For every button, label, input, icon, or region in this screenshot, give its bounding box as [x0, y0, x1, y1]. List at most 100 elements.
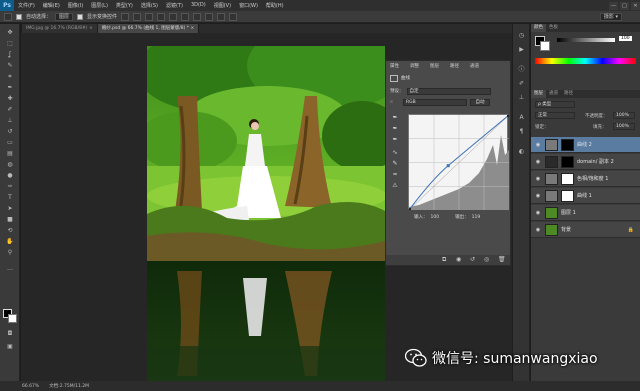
auto-select-checkbox[interactable] — [16, 13, 22, 20]
gradient-tool-icon[interactable]: ▤ — [5, 149, 15, 158]
eraser-tool-icon[interactable]: ▭ — [5, 138, 15, 147]
menu-item[interactable]: 窗口(W) — [235, 2, 262, 9]
menu-item[interactable]: 图像(I) — [64, 2, 87, 9]
menu-item[interactable]: 编辑(E) — [39, 2, 64, 9]
tab-color[interactable]: 颜色 — [531, 24, 546, 32]
curve-control-point[interactable] — [446, 164, 450, 168]
sample-white-eyedropper-icon[interactable]: ✒ — [391, 136, 399, 144]
visibility-icon[interactable]: ◎ — [484, 256, 489, 263]
distribute-2-icon[interactable] — [205, 12, 214, 21]
brush-panel-icon[interactable]: ✐ — [517, 80, 526, 88]
channel-dropdown[interactable]: RGB — [403, 98, 467, 106]
clone-source-icon[interactable]: ⊥ — [517, 94, 526, 102]
dodge-tool-icon[interactable]: ● — [5, 171, 15, 180]
type-tool-icon[interactable]: T — [5, 193, 15, 202]
input-value[interactable]: 100 — [431, 215, 440, 220]
auto-button[interactable]: 自动 — [470, 98, 490, 106]
eyedropper-tool-icon[interactable]: ✒ — [5, 83, 15, 92]
color-bg-swatch[interactable] — [540, 41, 550, 51]
show-transform-checkbox[interactable] — [77, 13, 84, 20]
document-tab-active[interactable]: 婚纱.psd @ 66.7% (曲线 1, 图层蒙版/8) * × — [97, 24, 200, 33]
3d-mode-icon[interactable] — [217, 12, 226, 21]
menu-item[interactable]: 类型(Y) — [112, 2, 137, 9]
sample-gray-eyedropper-icon[interactable]: ✒ — [391, 125, 399, 133]
layer-name[interactable]: domain/ 副本 2 — [577, 158, 614, 165]
align-right-icon[interactable] — [181, 12, 190, 21]
gray-slider[interactable] — [557, 38, 615, 42]
history-panel-icon[interactable]: ◷ — [517, 32, 526, 40]
tab-adjustments[interactable]: 调整 — [408, 63, 421, 70]
zoom-level[interactable]: 66.67% — [22, 384, 39, 389]
screen-mode-icon[interactable]: ▣ — [5, 342, 15, 351]
move-tool-icon[interactable]: ✥ — [5, 28, 15, 37]
more-tools-icon[interactable]: … — [5, 264, 15, 273]
visibility-eye-icon[interactable]: ◉ — [534, 192, 542, 200]
view-previous-icon[interactable]: ◉ — [456, 256, 461, 263]
visibility-eye-icon[interactable]: ◉ — [534, 158, 542, 166]
mask-thumb[interactable] — [561, 172, 574, 185]
tab-channels-mini[interactable]: 通道 — [468, 63, 481, 70]
character-panel-icon[interactable]: A — [517, 114, 526, 122]
menu-item[interactable]: 滤镜(T) — [162, 2, 187, 9]
actions-panel-icon[interactable]: ▶ — [517, 46, 526, 54]
auto-select-dropdown[interactable]: 图层 — [55, 12, 74, 21]
layer-name[interactable]: 色相/饱和度 1 — [577, 175, 608, 182]
clip-to-layer-icon[interactable]: ⧉ — [442, 256, 446, 264]
smooth-icon[interactable]: ≈ — [391, 171, 399, 179]
hand-tool-icon[interactable]: ✋ — [5, 237, 15, 246]
align-bottom-icon[interactable] — [145, 12, 154, 21]
layer-name[interactable]: 曲线 1 — [577, 192, 592, 199]
align-left-icon[interactable] — [157, 12, 166, 21]
sample-black-eyedropper-icon[interactable]: ✒ — [391, 114, 399, 122]
layer-row[interactable]: ◉ 背景 🔒 — [531, 222, 640, 238]
adjustments-icon[interactable]: ◐ — [517, 148, 526, 156]
layer-filter-dropdown[interactable]: ρ 类型 — [535, 101, 575, 108]
tab-swatches[interactable]: 色板 — [546, 24, 561, 32]
layer-row[interactable]: ◉ domain/ 副本 2 — [531, 154, 640, 170]
align-middle-icon[interactable] — [133, 12, 142, 21]
layer-row[interactable]: ◉ 色相/饱和度 1 — [531, 171, 640, 187]
document-tab[interactable]: IMG.jpg @ 16.7% (RGB/8#) × — [22, 24, 98, 33]
hand-adjust-icon[interactable]: ☝ — [390, 100, 400, 105]
wedding-photo[interactable] — [147, 46, 385, 391]
tab-paths[interactable]: 路径 — [561, 90, 576, 98]
layer-row[interactable]: ◉ 图层 1 — [531, 205, 640, 221]
zoom-tool-icon[interactable]: ⚲ — [5, 248, 15, 257]
tab-layers-mini[interactable]: 图层 — [428, 63, 441, 70]
layer-name[interactable]: 图层 1 — [561, 209, 576, 216]
tab-channels[interactable]: 通道 — [546, 90, 561, 98]
layer-name[interactable]: 曲线 2 — [577, 141, 592, 148]
tab-paths-mini[interactable]: 路径 — [448, 63, 461, 70]
maximize-button[interactable]: □ — [620, 1, 629, 10]
delete-icon[interactable]: 🗑 — [498, 256, 506, 263]
distribute-icon[interactable] — [193, 12, 202, 21]
path-select-tool-icon[interactable]: ➤ — [5, 204, 15, 213]
curves-graph[interactable] — [408, 114, 510, 211]
curve-edit-icon[interactable]: ∿ — [391, 149, 399, 157]
marquee-tool-icon[interactable]: ⬚ — [5, 39, 15, 48]
clone-stamp-tool-icon[interactable]: ⊥ — [5, 116, 15, 125]
visibility-eye-icon[interactable]: ◉ — [534, 141, 542, 149]
color-ramp[interactable] — [535, 58, 636, 64]
move-tool-icon[interactable] — [4, 12, 12, 21]
pen-tool-icon[interactable]: ✑ — [5, 182, 15, 191]
menu-item[interactable]: 选择(S) — [137, 2, 162, 9]
blur-tool-icon[interactable]: ◍ — [5, 160, 15, 169]
reset-icon[interactable]: ↺ — [470, 256, 475, 263]
curve-white-point[interactable] — [507, 114, 510, 117]
mask-thumb[interactable] — [561, 155, 574, 168]
quick-mask-icon[interactable]: ◘ — [5, 329, 15, 338]
color-value[interactable]: 100 — [619, 36, 632, 41]
lasso-tool-icon[interactable]: ʆ — [5, 50, 15, 59]
mask-thumb[interactable] — [561, 138, 574, 151]
mask-thumb[interactable] — [561, 189, 574, 202]
layer-name[interactable]: 背景 — [561, 226, 571, 233]
output-value[interactable]: 119 — [472, 215, 481, 220]
menu-item[interactable]: 视图(V) — [210, 2, 235, 9]
quick-select-tool-icon[interactable]: ✎ — [5, 61, 15, 70]
preset-dropdown[interactable]: 自定 — [406, 87, 491, 95]
visibility-eye-icon[interactable]: ◉ — [534, 209, 542, 217]
layer-row[interactable]: ◉ 曲线 2 — [531, 137, 640, 153]
layer-row[interactable]: ◉ 曲线 1 — [531, 188, 640, 204]
info-panel-icon[interactable]: ⓘ — [517, 66, 526, 74]
